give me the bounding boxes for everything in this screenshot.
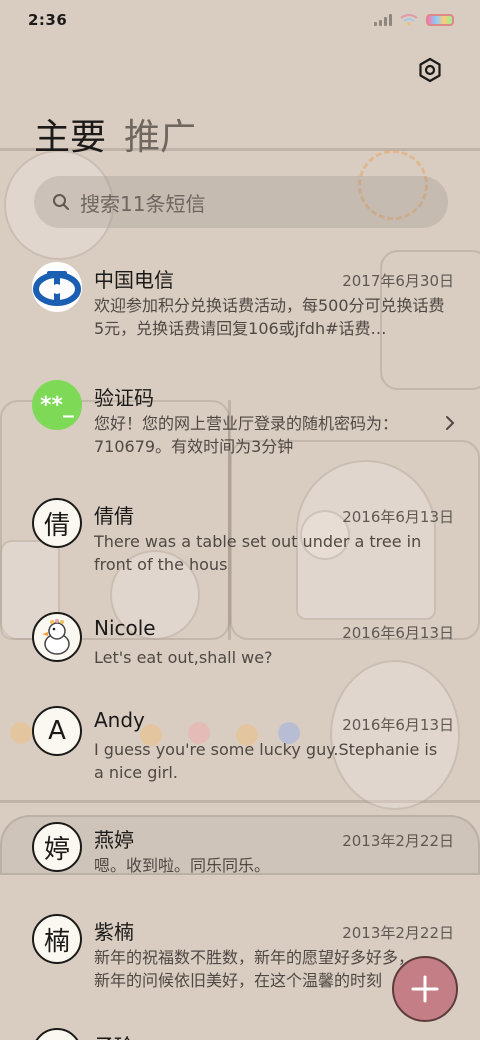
message-preview: Let's eat out,shall we?: [94, 648, 273, 667]
tab-promotions[interactable]: 推广: [124, 108, 196, 160]
contact-name: 子玲: [94, 1030, 134, 1040]
message-preview: 您好！您的网上营业厅登录的随机密码为：710679。有效时间为3分钟: [94, 414, 399, 456]
verification-code-icon: **_: [32, 380, 82, 430]
search-icon: [53, 194, 69, 210]
contact-name: 中国电信: [94, 268, 174, 292]
message-preview: 嗯。收到啦。同乐同乐。: [94, 856, 271, 875]
tab-main[interactable]: 主要: [34, 108, 106, 160]
conversation-item[interactable]: 婷 燕婷 2013年2月22日 嗯。收到啦。同乐同乐。: [0, 822, 480, 922]
conversation-item[interactable]: 子玲: [0, 1024, 480, 1040]
plus-icon: [411, 975, 439, 1003]
conversation-item[interactable]: A Andy 2016年6月13日 I guess you're some lu…: [0, 706, 480, 806]
status-time: 2:36: [28, 11, 68, 29]
message-date: 2016年6月13日: [342, 624, 454, 642]
contact-name: 燕婷: [94, 828, 134, 852]
message-preview: I guess you're some lucky guy.Stephanie …: [94, 740, 438, 782]
search-input[interactable]: 搜索11条短信: [34, 176, 448, 228]
status-icons: [374, 14, 454, 26]
conversation-item[interactable]: **_ 验证码 您好！您的网上营业厅登录的随机密码为：710679。有效时间为3…: [0, 378, 480, 478]
message-preview: There was a table set out under a tree i…: [94, 532, 422, 574]
contact-name: 紫楠: [94, 920, 134, 944]
contact-name: Nicole: [94, 616, 156, 640]
china-telecom-logo-icon: [32, 262, 82, 312]
avatar: A: [32, 706, 82, 756]
compose-button[interactable]: [392, 956, 458, 1022]
wifi-icon: [400, 14, 418, 26]
goose-avatar-icon: [32, 612, 82, 662]
message-preview: 欢迎参加积分兑换话费活动，每500分可兑换话费5元，兑换话费请回复106或jfd…: [94, 296, 445, 338]
message-date: 2013年2月22日: [342, 832, 454, 850]
avatar: [32, 1028, 82, 1040]
message-date: 2016年6月13日: [342, 716, 454, 734]
search-placeholder: 搜索11条短信: [80, 191, 206, 216]
message-preview: 新年的祝福数不胜数，新年的愿望好多好多，新年的问候依旧美好，在这个温馨的时刻: [94, 948, 415, 990]
conversation-item[interactable]: 倩 倩倩 2016年6月13日 There was a table set ou…: [0, 496, 480, 596]
avatar: 婷: [32, 822, 82, 872]
contact-name: Andy: [94, 708, 145, 732]
signal-icon: [374, 14, 392, 26]
message-date: 2016年6月13日: [342, 508, 454, 526]
avatar: 楠: [32, 914, 82, 964]
conversation-item[interactable]: 中国电信 2017年6月30日 欢迎参加积分兑换话费活动，每500分可兑换话费5…: [0, 260, 480, 360]
message-date: 2013年2月22日: [342, 924, 454, 942]
contact-name: 验证码: [94, 386, 154, 410]
message-tabs: 主要 推广: [34, 108, 196, 160]
gear-icon: [419, 57, 441, 83]
conversation-item[interactable]: Nicole 2016年6月13日 Let's eat out,shall we…: [0, 612, 480, 712]
status-bar: 2:36: [0, 0, 480, 40]
settings-button[interactable]: [412, 52, 448, 88]
chevron-right-icon: [446, 416, 455, 430]
battery-icon: [426, 14, 454, 26]
contact-name: 倩倩: [94, 504, 134, 528]
message-date: 2017年6月30日: [342, 272, 454, 290]
avatar: 倩: [32, 498, 82, 548]
